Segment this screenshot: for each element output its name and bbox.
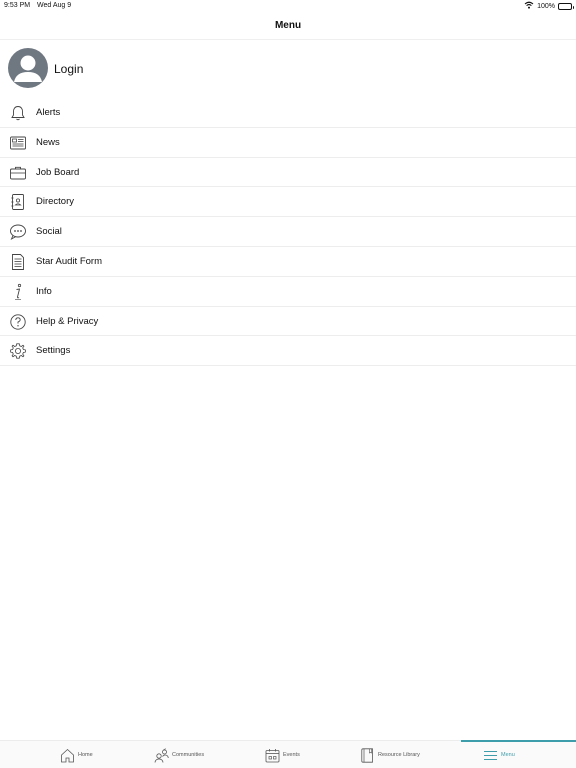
- tab-communities[interactable]: Communities: [154, 741, 204, 768]
- avatar[interactable]: [8, 48, 48, 88]
- address-book-icon: [9, 193, 27, 211]
- battery-percent: 100%: [537, 2, 555, 10]
- chat-bubble-icon: [9, 223, 27, 241]
- tab-events[interactable]: Events: [265, 741, 300, 768]
- menu-item-label: Job Board: [36, 166, 80, 178]
- active-tab-indicator: [461, 740, 576, 742]
- status-time: 9:53 PM: [4, 2, 31, 9]
- menu-item-label: Settings: [36, 345, 71, 357]
- menu-item-label: Directory: [36, 196, 75, 208]
- status-right: 100%: [524, 1, 574, 11]
- menu-list: Alerts News Job Board Directory Social S…: [0, 98, 576, 366]
- bell-icon: [9, 104, 27, 122]
- menu-item-label: Info: [36, 285, 52, 297]
- wifi-icon: [524, 1, 534, 11]
- menu-item-info[interactable]: Info: [0, 277, 576, 307]
- nav-header: Menu: [0, 14, 576, 40]
- menu-item-settings[interactable]: Settings: [0, 336, 576, 366]
- menu-item-alerts[interactable]: Alerts: [0, 98, 576, 128]
- book-icon: [360, 747, 375, 763]
- people-icon: [154, 748, 169, 763]
- tab-menu[interactable]: Menu: [483, 741, 515, 768]
- screen: 9:53 PM Wed Aug 9 100% Menu Login Alerts…: [0, 0, 576, 768]
- menu-item-label: News: [36, 136, 60, 148]
- login-label[interactable]: Login: [54, 62, 83, 76]
- menu-item-job-board[interactable]: Job Board: [0, 158, 576, 188]
- login-row[interactable]: Login: [0, 44, 576, 96]
- newspaper-icon: [9, 134, 27, 152]
- user-silhouette-icon: [14, 55, 42, 82]
- menu-item-help-privacy[interactable]: Help & Privacy: [0, 307, 576, 337]
- tab-label: Resource Library: [378, 752, 420, 758]
- hamburger-icon: [483, 748, 498, 763]
- info-icon: [9, 283, 27, 301]
- menu-item-label: Help & Privacy: [36, 315, 99, 327]
- home-icon: [60, 748, 75, 763]
- tab-label: Events: [283, 752, 300, 758]
- tab-label: Home: [78, 752, 93, 758]
- tab-home[interactable]: Home: [60, 741, 93, 768]
- menu-item-star-audit-form[interactable]: Star Audit Form: [0, 247, 576, 277]
- calendar-icon: [265, 748, 280, 763]
- briefcase-icon: [9, 164, 27, 182]
- menu-item-label: Star Audit Form: [36, 255, 102, 267]
- menu-item-news[interactable]: News: [0, 128, 576, 158]
- question-circle-icon: [9, 313, 27, 331]
- menu-item-directory[interactable]: Directory: [0, 187, 576, 217]
- gear-icon: [9, 342, 27, 360]
- document-icon: [9, 253, 27, 271]
- status-date: Wed Aug 9: [37, 2, 72, 9]
- status-bar: 9:53 PM Wed Aug 9 100%: [0, 0, 576, 14]
- menu-item-label: Social: [36, 226, 62, 238]
- menu-item-social[interactable]: Social: [0, 217, 576, 247]
- tab-bar: Home Communities Events Resource Library: [0, 740, 576, 768]
- page-title: Menu: [274, 20, 302, 31]
- tab-label: Communities: [172, 752, 205, 758]
- battery-icon: [558, 2, 574, 10]
- menu-item-label: Alerts: [36, 107, 61, 118]
- tab-resource-library[interactable]: Resource Library: [360, 741, 420, 768]
- tab-label: Menu: [501, 752, 515, 758]
